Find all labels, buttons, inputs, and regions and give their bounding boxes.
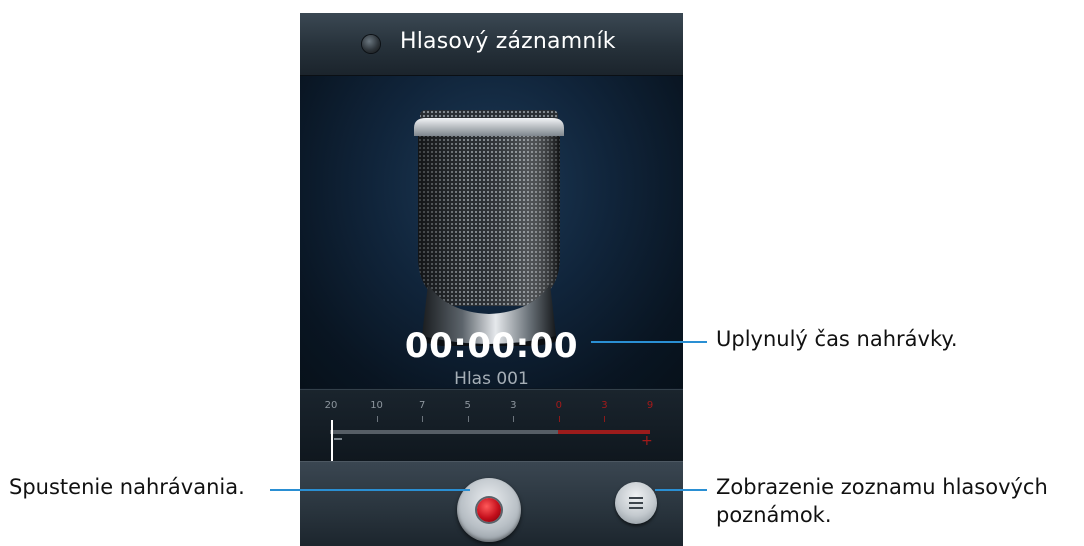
title-bar: Hlasový záznamník: [300, 13, 683, 76]
voice-recorder-screen: Hlasový záznamník 00:00:00 Hlas 001 20 1…: [300, 13, 683, 546]
level-scale-label: 9: [646, 400, 654, 411]
level-scale-tick: [604, 416, 606, 422]
recorder-dot-icon: [362, 35, 380, 53]
elapsed-time: 00:00:00: [404, 326, 579, 366]
minus-icon: [334, 438, 342, 440]
level-scale-label: 10: [370, 400, 383, 411]
app-title: Hlasový záznamník: [400, 29, 616, 54]
recording-file-name: Hlas 001: [454, 369, 529, 389]
level-meter: 20 10 7 5 3 0 3 9 +: [300, 389, 683, 462]
level-scale-label: 3: [601, 400, 608, 411]
record-icon: [477, 498, 501, 522]
callout-line-elapsed: [591, 341, 707, 343]
callout-line-list: [655, 489, 707, 491]
level-scale-label: 0: [555, 400, 563, 411]
level-scale-label: 20: [324, 400, 338, 411]
level-track-peak: [558, 430, 650, 434]
plus-icon: +: [641, 433, 653, 449]
callout-line-record: [270, 489, 470, 491]
callout-show-list-line2: poznámok.: [716, 503, 832, 527]
recordings-list-button[interactable]: [615, 482, 657, 524]
level-scale-tick: [513, 416, 515, 422]
record-button[interactable]: [457, 478, 521, 542]
level-scale-tick: [558, 416, 560, 422]
microphone-icon: [414, 110, 564, 346]
control-bar: [300, 461, 683, 546]
callout-start-recording: Spustenie nahrávania.: [9, 475, 245, 499]
level-scale-label: 7: [418, 400, 426, 411]
level-scale-tick: [376, 416, 378, 422]
callout-show-list-line1: Zobrazenie zoznamu hlasových: [716, 475, 1048, 499]
level-scale-label: 3: [510, 400, 517, 411]
level-scale-tick: [422, 416, 424, 422]
level-needle: [331, 420, 333, 462]
level-scale-tick: [467, 416, 469, 422]
level-track: [330, 430, 558, 434]
level-scale-label: 5: [464, 400, 471, 411]
list-icon: [629, 497, 643, 509]
callout-elapsed-time: Uplynulý čas nahrávky.: [716, 327, 958, 351]
